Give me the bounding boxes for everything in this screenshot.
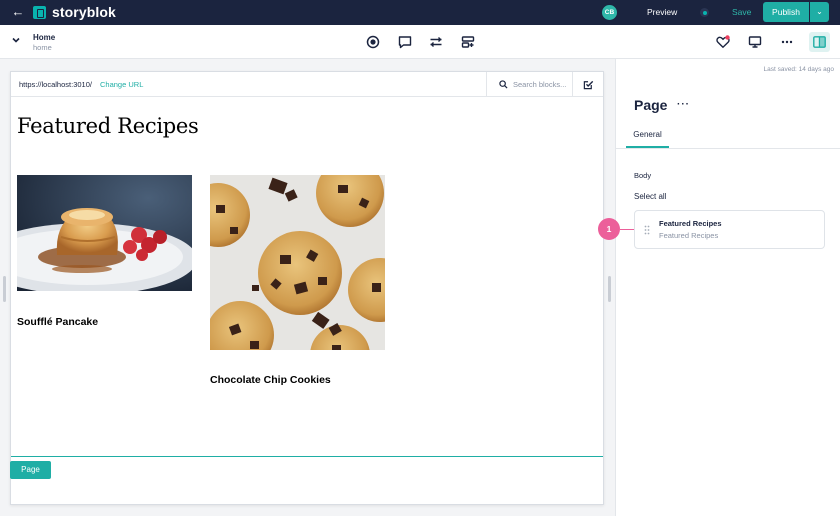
brand-name: storyblok bbox=[52, 4, 116, 20]
chevron-down-icon[interactable] bbox=[12, 36, 20, 45]
story-slug: home bbox=[33, 43, 52, 52]
recipe-title: Soufflé Pancake bbox=[17, 316, 99, 328]
storyblok-logo-icon bbox=[33, 6, 46, 19]
publish-options-chevron-icon[interactable]: ⌄ bbox=[810, 2, 829, 22]
block-search bbox=[486, 72, 573, 97]
block-type: Featured Recipes bbox=[659, 231, 719, 240]
page-block-outline bbox=[11, 456, 603, 457]
right-resize-handle[interactable] bbox=[608, 276, 611, 302]
recipe-title: Chocolate Chip Cookies bbox=[210, 374, 331, 386]
heart-icon[interactable] bbox=[715, 34, 731, 50]
back-arrow-icon[interactable]: ← bbox=[10, 4, 26, 20]
souffle-pancake-image[interactable] bbox=[17, 175, 192, 291]
tab-general[interactable]: General bbox=[626, 130, 669, 148]
publish-button[interactable]: Publish bbox=[763, 2, 809, 22]
annotation-connector bbox=[620, 229, 634, 230]
blocks-icon[interactable] bbox=[460, 34, 476, 50]
story-title: Home bbox=[33, 33, 56, 42]
annotation-badge: 1 bbox=[598, 218, 620, 240]
chocolate-chip-cookies-image[interactable] bbox=[210, 175, 385, 350]
status-indicator-icon bbox=[700, 8, 709, 17]
preview-button[interactable]: Preview bbox=[647, 7, 677, 17]
sliders-icon[interactable] bbox=[428, 34, 444, 50]
page-heading: Featured Recipes bbox=[17, 114, 199, 138]
block-name: Featured Recipes bbox=[659, 219, 722, 228]
nested-block-item[interactable]: Featured Recipes Featured Recipes bbox=[634, 210, 825, 249]
url-bar: https://localhost:3010/ Change URL bbox=[11, 72, 603, 97]
target-icon[interactable] bbox=[365, 34, 381, 50]
left-resize-handle[interactable] bbox=[3, 276, 6, 302]
top-bar: ← storyblok CB Preview Save Publish ⌄ bbox=[0, 0, 840, 25]
select-all-link[interactable]: Select all bbox=[634, 192, 666, 201]
editor-toolbar: Home home bbox=[0, 25, 840, 59]
preview-url: https://localhost:3010/ bbox=[19, 80, 92, 89]
more-icon[interactable] bbox=[779, 34, 795, 50]
monitor-icon[interactable] bbox=[747, 34, 763, 50]
drag-handle-icon[interactable] bbox=[644, 225, 650, 235]
user-avatar[interactable]: CB bbox=[602, 5, 617, 20]
search-icon bbox=[499, 80, 508, 89]
save-button[interactable]: Save bbox=[732, 7, 751, 17]
panel-more-icon[interactable]: ··· bbox=[677, 99, 690, 110]
panel-title: Page bbox=[634, 97, 668, 113]
last-saved-status: Last saved: 14 days ago bbox=[763, 66, 834, 73]
content-sidebar: Last saved: 14 days ago Page ··· General… bbox=[615, 59, 840, 516]
layout-toggle-icon[interactable] bbox=[809, 32, 830, 52]
visual-preview-frame: https://localhost:3010/ Change URL Featu… bbox=[10, 71, 604, 505]
page-block-chip[interactable]: Page bbox=[10, 461, 51, 479]
comment-icon[interactable] bbox=[397, 34, 413, 50]
tab-divider bbox=[616, 148, 840, 149]
change-url-link[interactable]: Change URL bbox=[100, 80, 143, 89]
edit-checkbox-icon[interactable] bbox=[583, 79, 594, 90]
search-blocks-input[interactable] bbox=[513, 78, 569, 91]
body-field-label: Body bbox=[634, 171, 652, 180]
